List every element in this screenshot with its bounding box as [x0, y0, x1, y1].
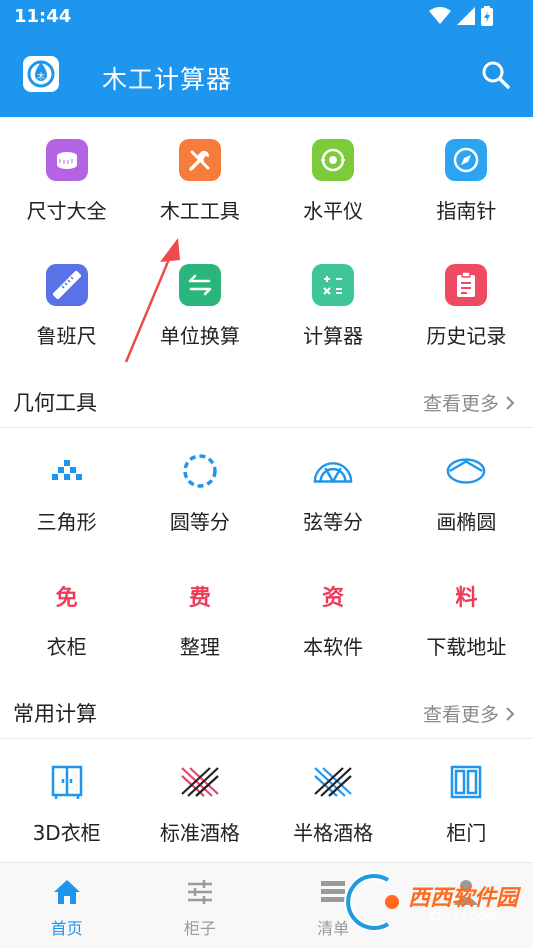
badge-free-zi: 资	[322, 586, 345, 611]
status-icons	[429, 6, 493, 26]
common-half-wine-rack[interactable]: 半格酒格	[267, 739, 400, 864]
size-catalog-icon	[45, 139, 88, 181]
sliders-icon	[187, 880, 212, 904]
tool-calculator[interactable]: 计算器	[267, 242, 400, 367]
ellipse-icon	[445, 450, 487, 492]
tool-label: 水平仪	[303, 199, 364, 223]
calculator-icon	[312, 264, 355, 306]
wardrobe-icon	[46, 761, 88, 803]
tools-icon	[178, 139, 221, 181]
search-icon[interactable]	[481, 60, 511, 90]
status-time: 11:44	[14, 6, 72, 27]
geometry-label: 下载地址	[426, 635, 507, 659]
tool-compass[interactable]: 指南针	[400, 117, 533, 242]
tool-label: 单位换算	[159, 324, 240, 348]
history-icon	[445, 264, 488, 306]
geometry-ellipse[interactable]: 画椭圆	[400, 428, 533, 553]
badge-free-fei: 费	[188, 586, 211, 611]
tab-cabinet[interactable]: 柜子	[133, 863, 266, 948]
geometry-label: 整理	[179, 635, 220, 659]
common-grid: 3D衣柜 标准酒格 半格酒格 柜门	[0, 739, 533, 864]
tool-carpentry-tools[interactable]: 木工工具	[133, 117, 266, 242]
badge-free-mian: 免	[55, 586, 78, 611]
section-title: 常用计算	[13, 702, 97, 726]
tool-level[interactable]: 水平仪	[267, 117, 400, 242]
tool-label: 历史记录	[426, 324, 507, 348]
geometry-circle-divide[interactable]: 圆等分	[133, 428, 266, 553]
common-label: 柜门	[446, 821, 487, 845]
common-label: 标准酒格	[159, 821, 240, 845]
geometry-triangle[interactable]: 三角形	[0, 428, 133, 553]
circle-divide-icon	[179, 450, 221, 492]
tool-label: 木工工具	[159, 199, 240, 223]
section-title: 几何工具	[13, 391, 97, 415]
tool-size-catalog[interactable]: 尺寸大全	[0, 117, 133, 242]
watermark: 西西软件园 CR173.COM	[338, 868, 528, 938]
unit-convert-icon	[178, 264, 221, 306]
common-cabinet-door[interactable]: 柜门	[400, 739, 533, 864]
tool-history[interactable]: 历史记录	[400, 242, 533, 367]
see-more-label: 查看更多	[422, 393, 499, 415]
tool-label: 尺寸大全	[26, 199, 107, 223]
tool-luban-ruler[interactable]: 鲁班尺	[0, 242, 133, 367]
geometry-this-software[interactable]: 资 本软件	[267, 553, 400, 678]
wifi-icon	[429, 7, 451, 24]
see-more-label: 查看更多	[422, 704, 499, 726]
svg-text:木: 木	[37, 71, 45, 81]
signal-icon	[457, 7, 475, 25]
tab-home[interactable]: 首页	[0, 863, 133, 948]
chevron-right-icon	[506, 706, 515, 721]
home-icon	[53, 880, 80, 904]
geometry-chord-divide[interactable]: 弦等分	[267, 428, 400, 553]
geometry-download[interactable]: 料 下载地址	[400, 553, 533, 678]
geometry-label: 衣柜	[46, 635, 87, 659]
geometry-wardrobe[interactable]: 免 衣柜	[0, 553, 133, 678]
tool-label: 指南针	[436, 199, 497, 223]
app-bar: 木 木工计算器	[0, 36, 533, 117]
tool-label: 鲁班尺	[36, 324, 97, 348]
battery-icon	[481, 6, 493, 26]
cabinet-door-icon	[445, 761, 487, 803]
watermark-logo-icon	[344, 872, 399, 932]
geometry-see-more-link[interactable]: 查看更多	[423, 389, 515, 416]
common-section-header: 常用计算 查看更多	[0, 684, 533, 739]
watermark-text: 西西软件园	[408, 886, 519, 911]
geometry-label: 弦等分	[303, 510, 364, 534]
triangle-icon	[46, 450, 88, 492]
common-standard-wine-rack[interactable]: 标准酒格	[133, 739, 266, 864]
tools-grid: 尺寸大全 木工工具 水平仪 指南针 鲁班尺 单位换算 计算器 历史记录	[0, 117, 533, 367]
tab-label: 首页	[50, 919, 83, 938]
compass-icon	[445, 139, 488, 181]
badge-free-liao: 料	[455, 586, 478, 611]
app-logo-icon: 木	[23, 56, 59, 92]
half-wine-rack-icon	[312, 761, 354, 803]
chord-divide-icon	[312, 450, 354, 492]
chevron-right-icon	[506, 395, 515, 410]
geometry-grid: 三角形 圆等分 弦等分 画椭圆 免 衣柜 费 整理 资 本软件 料 下载地址	[0, 428, 533, 678]
geometry-label: 三角形	[36, 510, 97, 534]
geometry-section-header: 几何工具 查看更多	[0, 373, 533, 428]
common-3d-wardrobe[interactable]: 3D衣柜	[0, 739, 133, 864]
common-label: 3D衣柜	[32, 821, 101, 845]
geometry-organize[interactable]: 费 整理	[133, 553, 266, 678]
ruler-icon	[45, 264, 88, 306]
app-title: 木工计算器	[102, 65, 233, 94]
level-icon	[312, 139, 355, 181]
geometry-label: 本软件	[303, 635, 364, 659]
geometry-label: 画椭圆	[436, 510, 497, 534]
tab-label: 柜子	[183, 919, 216, 938]
common-see-more-link[interactable]: 查看更多	[423, 700, 515, 727]
tool-label: 计算器	[303, 324, 364, 348]
common-label: 半格酒格	[293, 821, 374, 845]
wine-rack-icon	[179, 761, 221, 803]
status-bar: 11:44	[0, 0, 533, 36]
watermark-subtext: CR173.COM	[430, 910, 496, 923]
tool-unit-convert[interactable]: 单位换算	[133, 242, 266, 367]
geometry-label: 圆等分	[169, 510, 230, 534]
